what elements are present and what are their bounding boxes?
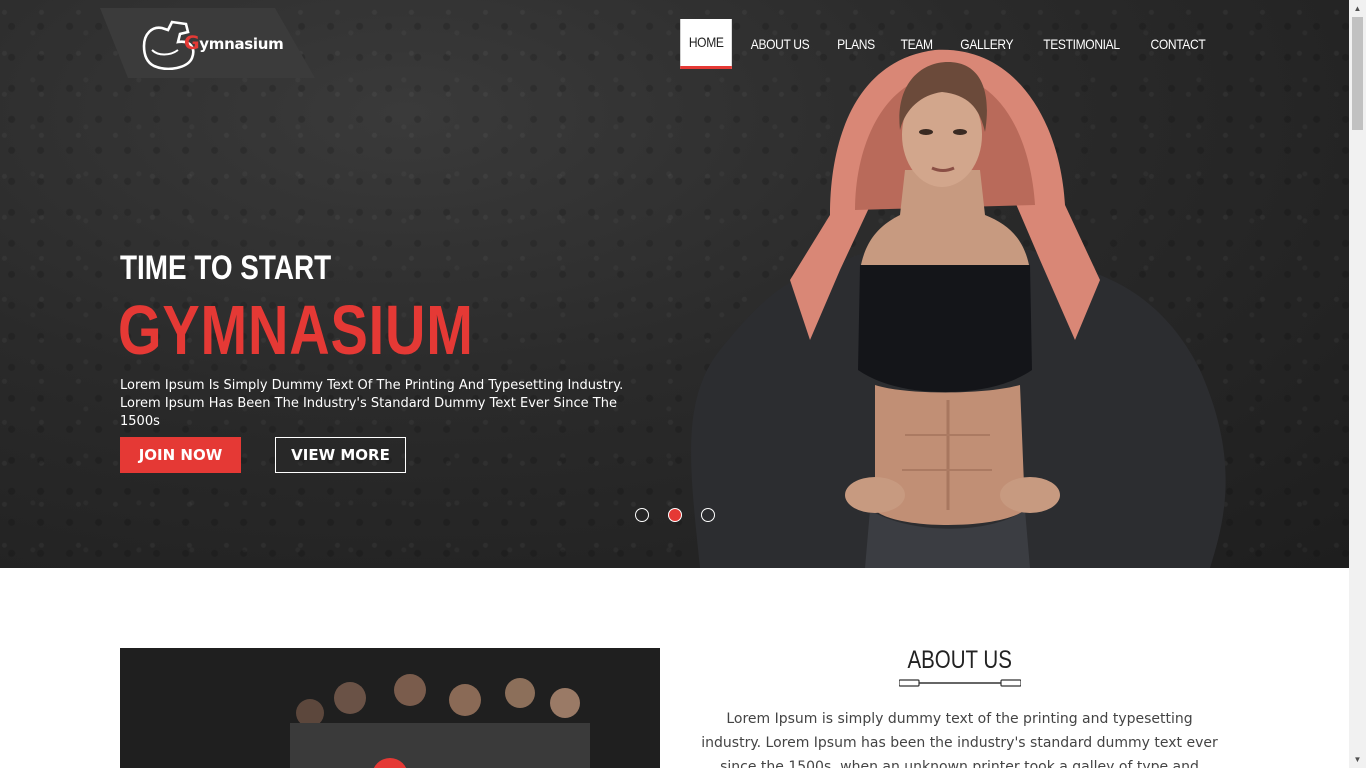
about-text: Lorem Ipsum is simply dummy text of the … (701, 711, 1218, 768)
slider-dot-2[interactable] (668, 508, 682, 522)
nav-contact[interactable]: CONTACT (1142, 19, 1214, 69)
nav-gallery[interactable]: GALLERY (951, 19, 1021, 69)
main-nav: HOME ABOUT US PLANS TEAM GALLERY TESTIMO… (676, 19, 1220, 69)
scrollbar-thumb[interactable] (1352, 17, 1363, 130)
page-scrollbar[interactable]: ▲ ▼ (1349, 0, 1366, 768)
nav-team[interactable]: TEAM (892, 19, 941, 69)
group-photo-illustration (120, 648, 660, 768)
hero-description: Lorem Ipsum Is Simply Dummy Text Of The … (120, 378, 624, 429)
hero-banner: Gymnasium HOME ABOUT US PLANS TEAM GALLE… (0, 0, 1349, 568)
scroll-up-arrow-icon[interactable]: ▲ (1349, 0, 1366, 17)
dumbbell-divider-icon (899, 679, 1021, 687)
nav-home[interactable]: HOME (680, 19, 733, 69)
nav-about-us[interactable]: ABOUT US (742, 19, 818, 69)
nav-plans[interactable]: PLANS (829, 19, 884, 69)
scroll-down-arrow-icon[interactable]: ▼ (1349, 751, 1366, 768)
about-title: ABOUT US (907, 646, 1012, 674)
hero-model-image (691, 49, 1226, 568)
slider-dot-3[interactable] (701, 508, 715, 522)
brand-name: Gymnasium (184, 32, 284, 54)
nav-testimonial[interactable]: TESTIMONIAL (1035, 19, 1129, 69)
view-more-button[interactable]: VIEW MORE (275, 437, 406, 473)
about-group-image (120, 648, 660, 768)
slider-dot-1[interactable] (635, 508, 649, 522)
hero-title: GYMNASIUM (118, 291, 474, 369)
hero-subtitle: TIME TO START (120, 249, 332, 287)
slider-dots (635, 508, 715, 522)
join-now-button[interactable]: JOIN NOW (120, 437, 241, 473)
